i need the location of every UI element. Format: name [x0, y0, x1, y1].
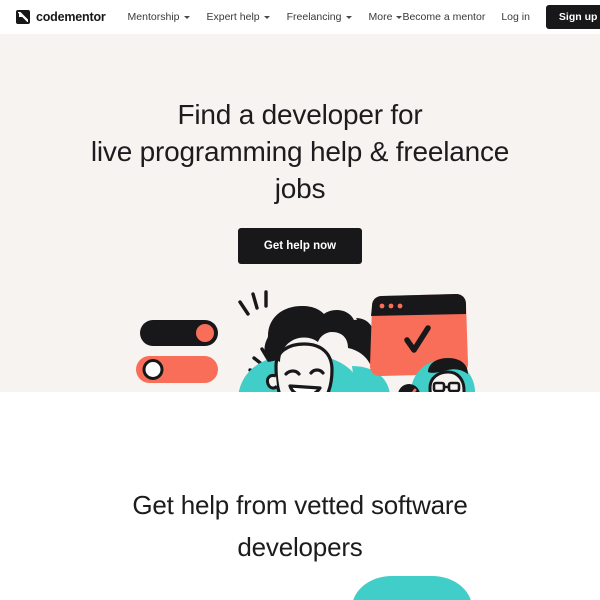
- hero-section: Find a developer for live programming he…: [0, 34, 600, 392]
- nav-item-label: Mentorship: [127, 11, 180, 23]
- toggle-switch-coral: [136, 356, 218, 383]
- log-in-link[interactable]: Log in: [501, 11, 530, 23]
- primary-nav: Mentorship Expert help Freelancing More: [128, 11, 403, 23]
- chevron-down-icon: [345, 16, 352, 19]
- sign-up-button[interactable]: Sign up: [545, 5, 600, 29]
- hero-title-line-2: live programming help & freelance: [90, 136, 510, 167]
- section-title-line-2: developers: [237, 532, 363, 562]
- vetted-developers-section: Get help from vetted software developers: [0, 392, 600, 600]
- brand-logo[interactable]: codementor: [16, 10, 106, 24]
- codementor-logo-icon: [16, 10, 30, 24]
- nav-item-more[interactable]: More: [369, 11, 403, 23]
- cable-squiggle: [336, 376, 370, 392]
- become-a-mentor-link[interactable]: Become a mentor: [402, 11, 485, 23]
- section-title-line-1: Get help from vetted software: [132, 490, 468, 520]
- developer-at-laptop-illustration: [136, 290, 475, 392]
- nav-item-label: Freelancing: [286, 11, 342, 23]
- avatar-circle: [411, 358, 475, 392]
- nav-item-expert-help[interactable]: Expert help: [207, 11, 270, 23]
- header-actions: Become a mentor Log in Sign up: [402, 5, 600, 29]
- person-with-laptop: [238, 306, 390, 392]
- spark-marks-top: [238, 290, 268, 316]
- browser-window-card: [370, 294, 468, 376]
- brand-name: codementor: [36, 10, 106, 24]
- teal-blob-decoration: [352, 576, 472, 600]
- toggle-switch-dark: [140, 320, 218, 346]
- get-help-now-button[interactable]: Get help now: [237, 228, 363, 264]
- site-header: codementor Mentorship Expert help Freela…: [0, 0, 600, 34]
- nav-item-mentorship[interactable]: Mentorship: [128, 11, 190, 23]
- hero-title-line-3: jobs: [274, 173, 326, 204]
- hero-cta-wrap: Get help now: [0, 228, 600, 264]
- hero-title: Find a developer for live programming he…: [0, 34, 600, 207]
- nav-item-freelancing[interactable]: Freelancing: [287, 11, 352, 23]
- hero-title-line-1: Find a developer for: [177, 99, 423, 130]
- chevron-down-icon: [183, 16, 190, 19]
- spark-marks-side: [248, 347, 270, 376]
- check-badge: [398, 384, 420, 392]
- chevron-down-icon: [263, 16, 270, 19]
- section-title: Get help from vetted software developers: [0, 392, 600, 568]
- nav-item-label: More: [368, 11, 393, 23]
- nav-item-label: Expert help: [206, 11, 260, 23]
